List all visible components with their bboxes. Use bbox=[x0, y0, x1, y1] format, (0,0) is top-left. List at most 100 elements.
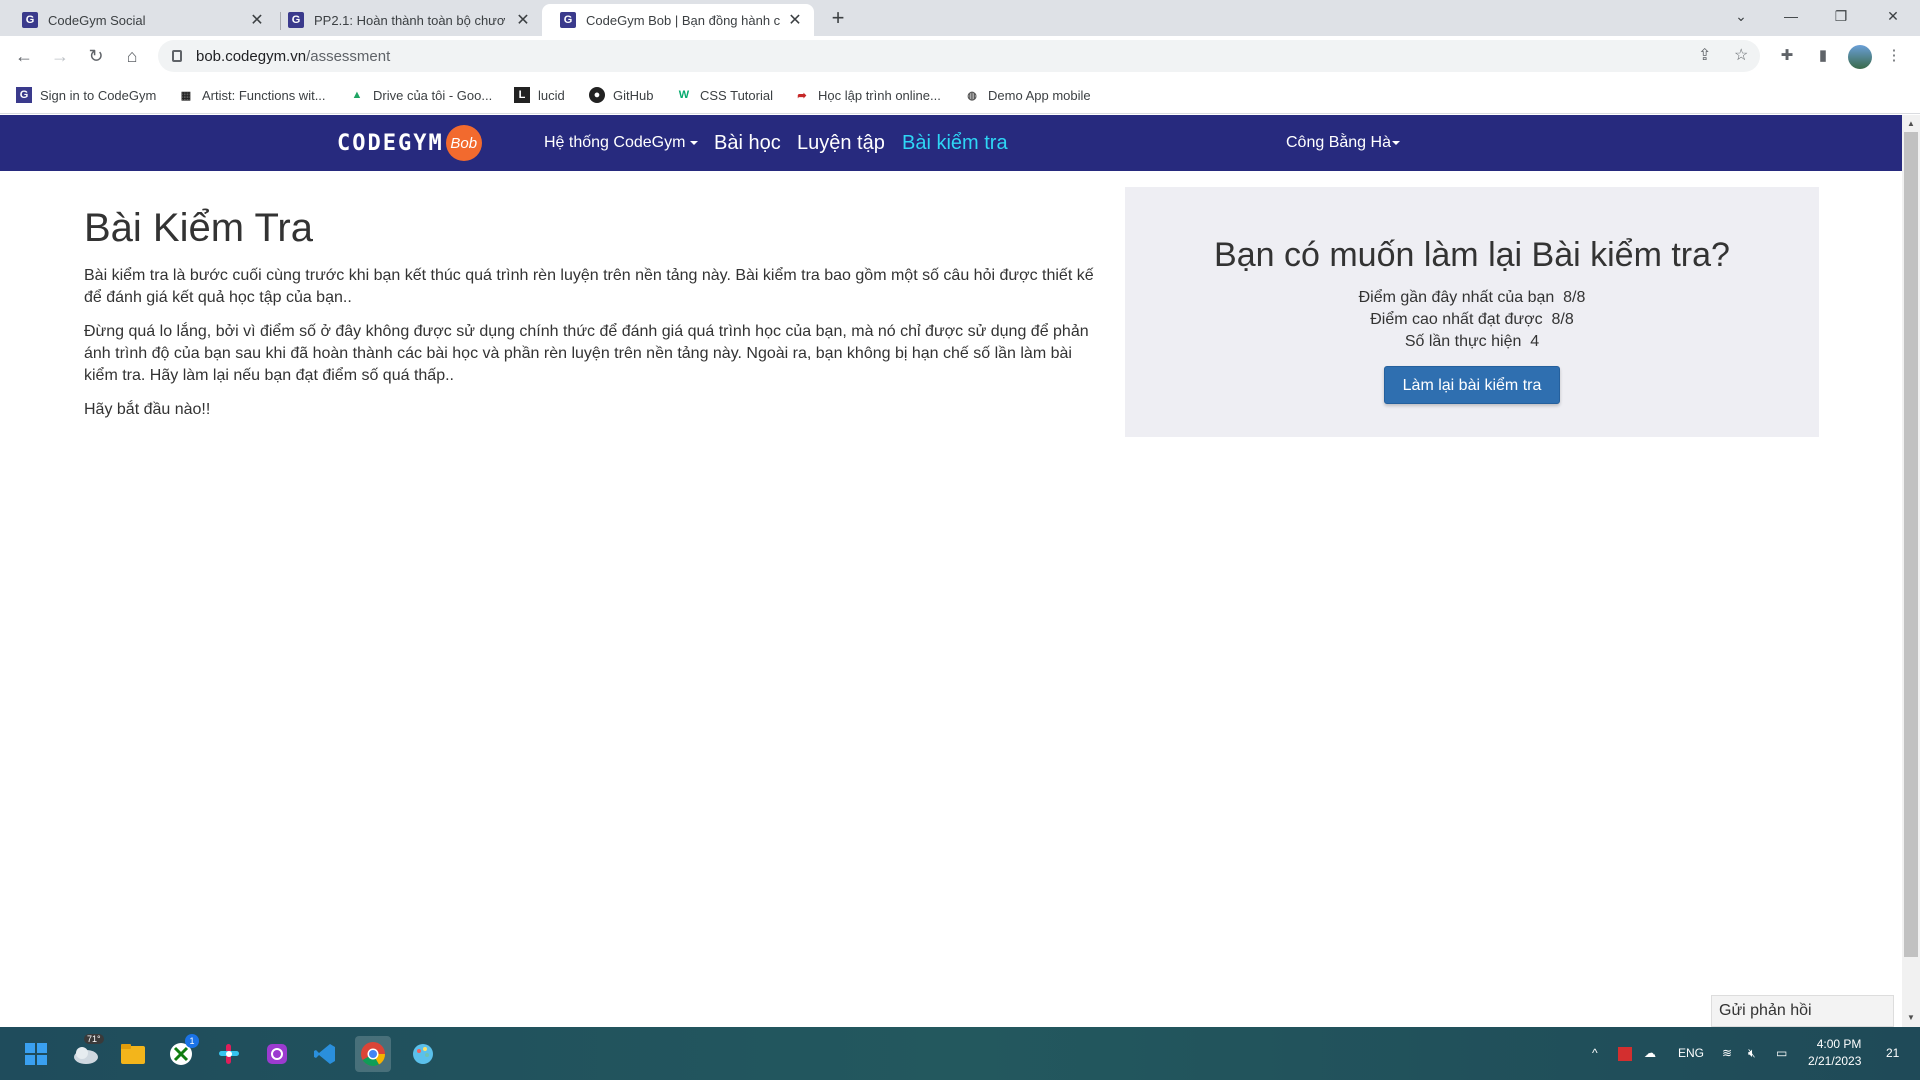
attempt-count-label: Số lần thực hiện bbox=[1404, 333, 1522, 350]
recent-score: Điểm gần đây nhất của bạn 8/8 bbox=[1125, 287, 1819, 309]
system-clock[interactable]: 4:00 PM 2/21/2023 bbox=[1808, 1036, 1861, 1070]
address-bar[interactable]: bob.codegym.vn/assessment ⇪ ☆ bbox=[158, 40, 1760, 72]
bookmark-label: Drive của tôi - Goo... bbox=[373, 87, 493, 103]
nav-user-dropdown[interactable]: Công Bằng Hà bbox=[1286, 115, 1400, 171]
xbox-badge: 1 bbox=[185, 1034, 199, 1048]
home-icon[interactable]: ⌂ bbox=[118, 42, 146, 70]
bookmark-item[interactable]: ➦ Học lập trình online... bbox=[794, 86, 940, 104]
github-icon: ● bbox=[589, 87, 605, 103]
profile-avatar[interactable] bbox=[1848, 45, 1872, 69]
new-tab-button[interactable]: + bbox=[824, 4, 852, 32]
paint-icon[interactable] bbox=[405, 1036, 441, 1072]
chrome-icon[interactable] bbox=[355, 1036, 391, 1072]
scrollbar-thumb[interactable] bbox=[1904, 132, 1918, 957]
windows-start-icon[interactable] bbox=[18, 1036, 54, 1072]
battery-icon[interactable]: ▭ bbox=[1776, 1027, 1787, 1080]
assessment-intro: Bài Kiểm Tra Bài kiểm tra là bước cuối c… bbox=[84, 205, 1096, 433]
tray-expand-icon[interactable]: ^ bbox=[1592, 1027, 1598, 1080]
bookmark-item[interactable]: G Sign in to CodeGym bbox=[16, 86, 156, 104]
caret-down-icon bbox=[690, 140, 699, 145]
bookmark-label: lucid bbox=[538, 87, 565, 103]
nav-assessment[interactable]: Bài kiểm tra bbox=[902, 115, 1008, 171]
bookmark-label: GitHub bbox=[613, 87, 654, 103]
minimize-button[interactable]: — bbox=[1768, 0, 1814, 32]
google-drive-icon: ▲ bbox=[351, 89, 363, 101]
grid-icon: ▦ bbox=[180, 89, 192, 102]
tab-codegym-bob[interactable]: G CodeGym Bob | Bạn đồng hành c ✕ bbox=[542, 4, 814, 36]
logo-text: CODEGYM bbox=[337, 130, 444, 156]
codegym-icon: G bbox=[288, 12, 304, 28]
nav-system-label: Hệ thống CodeGym bbox=[544, 134, 686, 151]
xbox-icon[interactable]: 1 bbox=[163, 1034, 199, 1072]
maximize-button[interactable]: ❐ bbox=[1818, 0, 1864, 32]
close-icon[interactable]: ✕ bbox=[786, 10, 804, 30]
codegym-bob-logo[interactable]: CODEGYM Bob bbox=[337, 125, 482, 161]
retry-panel: Bạn có muốn làm lại Bài kiểm tra? Điểm g… bbox=[1125, 187, 1819, 437]
tab-pp21[interactable]: G PP2.1: Hoàn thành toàn bộ chươ ✕ bbox=[270, 4, 542, 36]
tab-title: CodeGym Social bbox=[48, 12, 146, 28]
close-icon[interactable]: ✕ bbox=[514, 10, 532, 30]
best-score-label: Điểm cao nhất đạt được bbox=[1370, 311, 1543, 328]
windows-taskbar: 71° 1 ^ ☁ ENG ≋ 🔇︎ ▭ 4:00 PM 2/21/2023 2… bbox=[0, 1027, 1920, 1080]
bookmark-star-icon[interactable]: ☆ bbox=[1734, 40, 1748, 72]
user-name: Công Bằng Hà bbox=[1286, 134, 1391, 151]
bookmark-label: CSS Tutorial bbox=[700, 87, 773, 103]
weather-icon[interactable]: 71° bbox=[68, 1034, 104, 1072]
vscode-icon[interactable] bbox=[307, 1036, 343, 1072]
arrow-icon: ➦ bbox=[797, 89, 807, 102]
side-panel-icon[interactable]: ▮ bbox=[1809, 42, 1837, 70]
bookmark-item[interactable]: ◍ Demo App mobile bbox=[964, 86, 1090, 104]
clock-time: 4:00 PM bbox=[1816, 1037, 1862, 1051]
close-window-button[interactable]: ✕ bbox=[1870, 0, 1916, 32]
bookmark-item[interactable]: ● GitHub bbox=[589, 86, 653, 104]
onedrive-icon[interactable]: ☁ bbox=[1644, 1027, 1656, 1080]
back-icon[interactable]: ← bbox=[10, 42, 38, 70]
tab-codegym-social[interactable]: G CodeGym Social ✕ bbox=[4, 4, 276, 36]
start-paragraph: Hãy bắt đầu nào!! bbox=[84, 401, 211, 418]
feedback-button[interactable]: Gửi phản hồi bbox=[1711, 995, 1894, 1027]
codegym-icon: G bbox=[560, 12, 576, 28]
globe-icon: ◍ bbox=[967, 89, 977, 102]
menu-icon[interactable]: ⋮ bbox=[1880, 42, 1908, 70]
caret-down-icon bbox=[1391, 140, 1400, 145]
recent-score-label: Điểm gần đây nhất của bạn bbox=[1358, 289, 1555, 306]
slack-icon[interactable] bbox=[211, 1036, 247, 1072]
browser-toolbar: ← → ↻ ⌂ bob.codegym.vn/assessment ⇪ ☆ ✚ … bbox=[0, 36, 1920, 76]
file-explorer-icon[interactable] bbox=[115, 1036, 151, 1072]
tab-strip: G CodeGym Social ✕ G PP2.1: Hoàn thành t… bbox=[0, 0, 1920, 36]
bookmark-item[interactable]: ▦ Artist: Functions wit... bbox=[178, 86, 326, 104]
bookmarks-bar: G Sign in to CodeGym ▦ Artist: Functions… bbox=[0, 76, 1920, 114]
tab-search-icon[interactable]: ⌄ bbox=[1718, 0, 1764, 32]
tab-title: PP2.1: Hoàn thành toàn bộ chươ bbox=[314, 12, 506, 28]
nav-practice[interactable]: Luyện tập bbox=[797, 115, 885, 171]
best-score-value: 8/8 bbox=[1551, 311, 1574, 328]
page-title: Bài Kiểm Tra bbox=[84, 206, 313, 250]
nav-system-dropdown[interactable]: Hệ thống CodeGym bbox=[544, 115, 699, 171]
url-path: /assessment bbox=[306, 47, 391, 65]
tab-title: CodeGym Bob | Bạn đồng hành c bbox=[586, 12, 781, 28]
close-icon[interactable]: ✕ bbox=[248, 10, 266, 30]
scroll-down-icon[interactable]: ▼ bbox=[1906, 1013, 1916, 1022]
codegym-icon: G bbox=[16, 87, 32, 103]
forward-icon[interactable]: → bbox=[46, 42, 74, 70]
share-icon[interactable]: ⇪ bbox=[1698, 40, 1711, 72]
notification-count[interactable]: 21 bbox=[1886, 1027, 1899, 1080]
scroll-up-icon[interactable]: ▲ bbox=[1906, 119, 1916, 128]
w3schools-icon: W bbox=[678, 89, 690, 101]
retry-assessment-button[interactable]: Làm lại bài kiểm tra bbox=[1383, 366, 1561, 404]
tray-app-icon[interactable] bbox=[1618, 1027, 1632, 1080]
score-stats: Điểm gần đây nhất của bạn 8/8 Điểm cao n… bbox=[1125, 287, 1819, 353]
extensions-icon[interactable]: ✚ bbox=[1773, 42, 1801, 70]
note-paragraph: Đừng quá lo lắng, bởi vì điểm số ở đây k… bbox=[84, 323, 1089, 384]
bookmark-item[interactable]: W CSS Tutorial bbox=[676, 86, 773, 104]
intro-paragraph: Bài kiểm tra là bước cuối cùng trước khi… bbox=[84, 267, 1094, 306]
bookmark-item[interactable]: ▲ Drive của tôi - Goo... bbox=[349, 86, 493, 104]
volume-muted-icon[interactable]: 🔇︎ bbox=[1748, 1027, 1756, 1080]
wifi-icon[interactable]: ≋ bbox=[1722, 1027, 1732, 1080]
language-indicator[interactable]: ENG bbox=[1678, 1027, 1704, 1080]
bookmark-item[interactable]: L lucid bbox=[514, 86, 565, 104]
attempt-count-value: 4 bbox=[1530, 333, 1540, 350]
reload-icon[interactable]: ↻ bbox=[82, 42, 110, 70]
nav-lessons[interactable]: Bài học bbox=[714, 115, 781, 171]
screen-recorder-icon[interactable] bbox=[259, 1036, 295, 1072]
